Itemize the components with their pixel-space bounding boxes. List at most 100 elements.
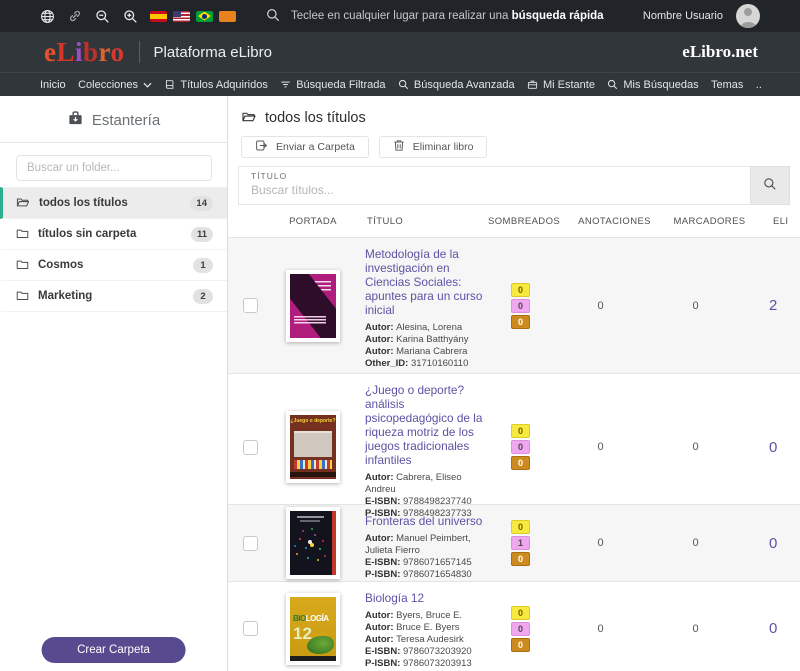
folder-count-badge: 14 bbox=[190, 196, 213, 211]
bookmarks-count: 0 bbox=[648, 374, 743, 520]
highlight-badges: 0 0 0 bbox=[488, 582, 553, 671]
row-checkbox[interactable] bbox=[243, 298, 258, 313]
folder-item-todos[interactable]: todos los títulos 14 bbox=[0, 187, 227, 219]
folder-open-icon bbox=[241, 110, 257, 127]
book-title-link[interactable]: Metodología de la investigación en Cienc… bbox=[365, 247, 488, 317]
folder-item-cosmos[interactable]: Cosmos 1 bbox=[0, 250, 227, 281]
shelf-icon bbox=[67, 110, 84, 130]
sidebar-divider bbox=[0, 142, 227, 143]
delete-book-button[interactable]: Eliminar libro bbox=[379, 136, 488, 158]
folder-count-badge: 2 bbox=[193, 289, 213, 304]
book-title-link[interactable]: ¿Juego o deporte? análisis psicopedagógi… bbox=[365, 383, 488, 467]
nav-mi-estante[interactable]: Mi Estante bbox=[527, 79, 595, 91]
book-cover[interactable] bbox=[286, 507, 340, 579]
folder-label: títulos sin carpeta bbox=[38, 228, 136, 240]
search-icon bbox=[398, 79, 409, 90]
nav-colecciones[interactable]: Colecciones bbox=[78, 79, 152, 91]
table-row: BIOLOGÍA 12 Biología 12 AutorByers, Bruc… bbox=[228, 581, 800, 671]
book-cover[interactable] bbox=[286, 270, 340, 342]
send-to-folder-button[interactable]: Enviar a Carpeta bbox=[241, 136, 369, 158]
link-icon[interactable] bbox=[68, 9, 82, 23]
book-meta: AutorAlesina, Lorena AutorKarina Batthyá… bbox=[365, 322, 488, 370]
user-avatar[interactable] bbox=[736, 4, 760, 28]
filter-icon bbox=[280, 79, 291, 90]
book-meta: AutorByers, Bruce E. AutorBruce E. Byers… bbox=[365, 610, 488, 670]
briefcase-icon bbox=[527, 79, 538, 90]
shelf-sidebar: Estantería todos los títulos 14 títulos … bbox=[0, 96, 228, 671]
highlight-count-orange: 0 bbox=[511, 552, 530, 566]
highlight-count-yellow: 0 bbox=[511, 606, 530, 620]
bulk-actions: Enviar a Carpeta Eliminar libro bbox=[241, 136, 800, 158]
table-row: ¿Juego o deporte? ¿Juego o deporte? anál… bbox=[228, 373, 800, 504]
shelf-title: Estantería bbox=[0, 110, 227, 130]
bookmarks-count: 0 bbox=[648, 582, 743, 671]
cover-art: ¿Juego o deporte? bbox=[290, 415, 336, 479]
flag-spain-icon[interactable] bbox=[150, 11, 167, 22]
nav-mis-busquedas[interactable]: Mis Búsquedas bbox=[607, 79, 698, 91]
title-search-box: TÍTULO bbox=[238, 166, 750, 205]
book-cover[interactable]: BIOLOGÍA 12 bbox=[286, 593, 340, 665]
row-checkbox[interactable] bbox=[243, 536, 258, 551]
nav-inicio[interactable]: Inicio bbox=[40, 79, 66, 91]
create-folder-button[interactable]: Crear Carpeta bbox=[41, 637, 186, 663]
column-header-portada: PORTADA bbox=[273, 216, 353, 227]
highlight-count-yellow: 0 bbox=[511, 520, 530, 534]
folder-open-icon bbox=[16, 196, 39, 211]
brand-header: eLibro Plataforma eLibro eLibro.net bbox=[0, 32, 800, 72]
top-utility-bar: Teclee en cualquier lugar para realizar … bbox=[0, 0, 800, 32]
book-meta: AutorManuel Peimbert, Julieta Fierro E-I… bbox=[365, 533, 488, 581]
quick-search-hint: Teclee en cualquier lugar para realizar … bbox=[291, 10, 604, 22]
highlight-count-orange: 0 bbox=[511, 456, 530, 470]
zoom-in-icon[interactable] bbox=[123, 9, 138, 24]
bookmarks-count: 0 bbox=[648, 238, 743, 373]
flag-brazil-icon[interactable] bbox=[196, 11, 213, 22]
highlight-count-pink: 0 bbox=[511, 440, 530, 454]
platform-title: Plataforma eLibro bbox=[154, 44, 272, 61]
cover-art: BIOLOGÍA 12 bbox=[290, 597, 336, 661]
book-cover[interactable]: ¿Juego o deporte? bbox=[286, 411, 340, 483]
folder-item-marketing[interactable]: Marketing 2 bbox=[0, 281, 227, 312]
row-checkbox[interactable] bbox=[243, 621, 258, 636]
search-icon[interactable] bbox=[266, 8, 280, 25]
column-header-marcadores: MARCADORES bbox=[662, 216, 757, 227]
title-search-button[interactable] bbox=[750, 166, 790, 205]
eli-count: 0 bbox=[743, 582, 800, 671]
folder-item-sin-carpeta[interactable]: títulos sin carpeta 11 bbox=[0, 219, 227, 250]
folder-icon bbox=[16, 258, 38, 273]
book-title-link[interactable]: Biología 12 bbox=[365, 591, 488, 605]
book-icon bbox=[164, 79, 175, 90]
row-checkbox[interactable] bbox=[243, 440, 258, 455]
title-search-input[interactable] bbox=[251, 182, 738, 197]
folder-count-badge: 11 bbox=[191, 227, 213, 242]
table-row: Metodología de la investigación en Cienc… bbox=[228, 237, 800, 373]
main-nav: Inicio Colecciones Títulos Adquiridos Bú… bbox=[0, 72, 800, 96]
flag-orange-icon[interactable] bbox=[219, 11, 236, 22]
site-name: eLibro.net bbox=[682, 42, 758, 62]
book-title-link[interactable]: Fronteras del universo bbox=[365, 514, 488, 528]
language-flags bbox=[150, 11, 236, 22]
user-name[interactable]: Nombre Usuario bbox=[643, 10, 723, 22]
column-header-anotaciones: ANOTACIONES bbox=[567, 216, 662, 227]
nav-busqueda-avanzada[interactable]: Búsqueda Avanzada bbox=[398, 79, 515, 91]
utility-icons bbox=[40, 9, 138, 24]
highlight-count-pink: 1 bbox=[511, 536, 530, 550]
annotations-count: 0 bbox=[553, 374, 648, 520]
elibro-app: Teclee en cualquier lugar para realizar … bbox=[0, 0, 800, 671]
nav-more[interactable]: .. bbox=[756, 79, 762, 91]
zoom-out-icon[interactable] bbox=[95, 9, 110, 24]
nav-titulos-adquiridos[interactable]: Títulos Adquiridos bbox=[164, 79, 267, 91]
highlight-count-pink: 0 bbox=[511, 299, 530, 313]
highlight-count-yellow: 0 bbox=[511, 424, 530, 438]
elibro-logo[interactable]: eLibro bbox=[44, 39, 125, 66]
flag-usa-icon[interactable] bbox=[173, 11, 190, 22]
column-header-titulo: TÍTULO bbox=[353, 216, 488, 227]
globe-icon[interactable] bbox=[40, 9, 55, 24]
nav-temas[interactable]: Temas bbox=[711, 79, 743, 91]
annotations-count: 0 bbox=[553, 505, 648, 581]
folder-label: Cosmos bbox=[38, 259, 83, 271]
column-header-sombreados: SOMBREADOS bbox=[488, 216, 553, 227]
cover-art bbox=[290, 511, 336, 575]
nav-busqueda-filtrada[interactable]: Búsqueda Filtrada bbox=[280, 79, 385, 91]
trash-icon bbox=[393, 139, 405, 155]
folder-search-input[interactable] bbox=[16, 155, 212, 181]
